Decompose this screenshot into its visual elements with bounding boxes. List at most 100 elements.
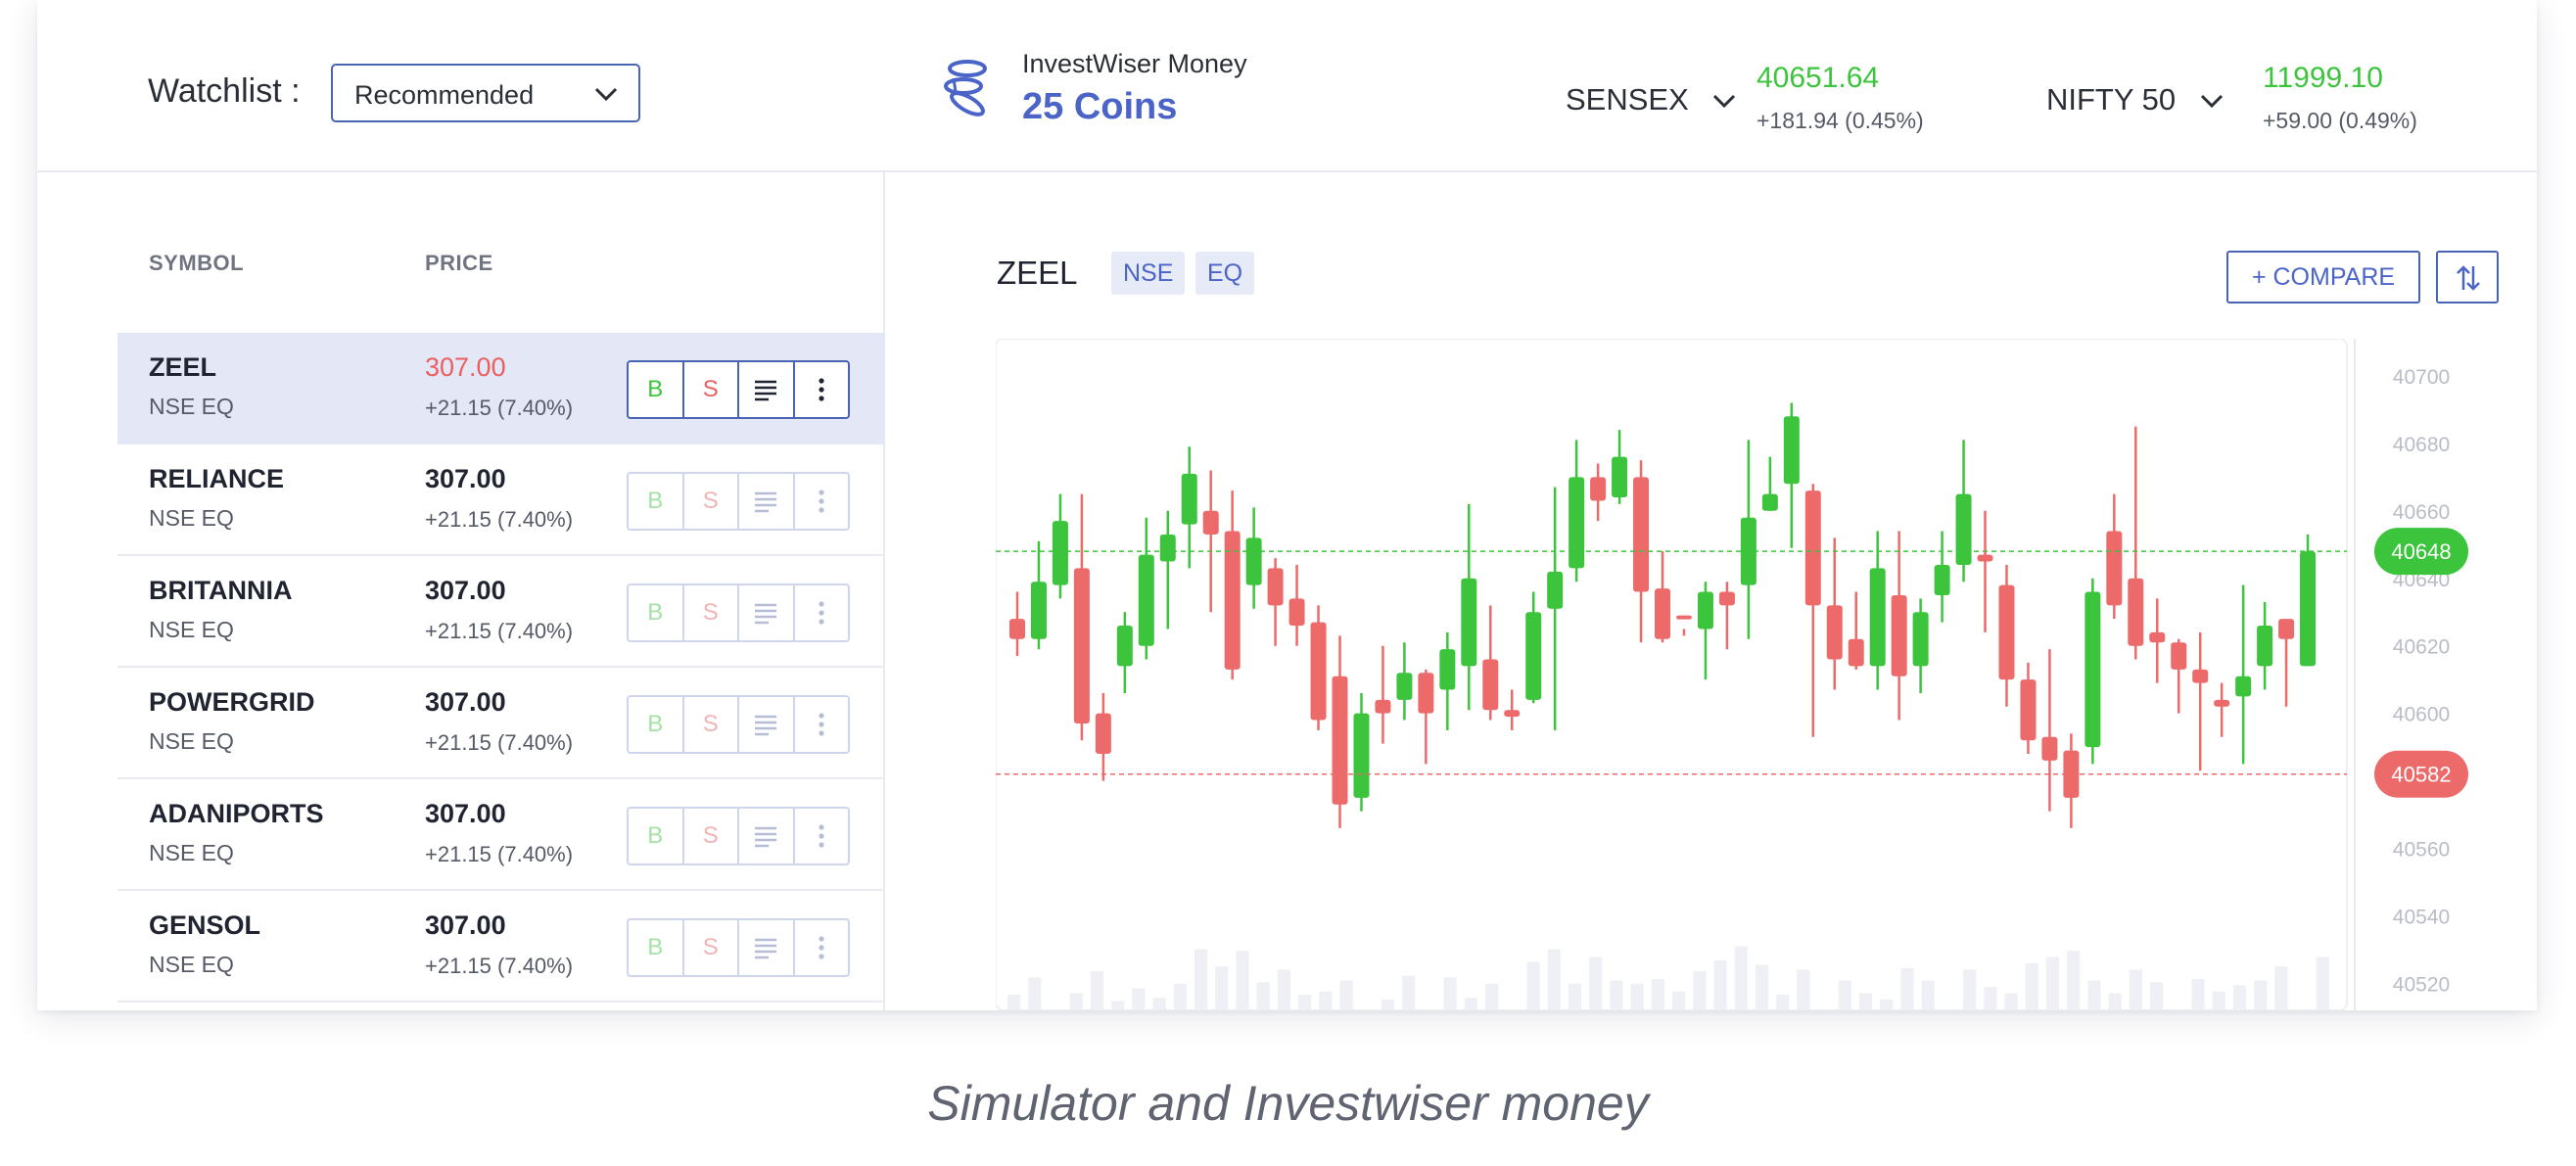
candle-body — [1052, 521, 1068, 585]
watchlist-panel: SYMBOL PRICE ZEEL NSE EQ 307.00 +21.15 (7.4… — [37, 172, 885, 1010]
volume-bar — [1090, 971, 1104, 1010]
buy-button[interactable]: B — [629, 697, 684, 752]
candle-body — [1826, 605, 1843, 660]
index-sensex-dropdown[interactable]: SENSEX — [1566, 82, 1736, 117]
volume-bar — [2150, 982, 2164, 1010]
candle-body — [1116, 626, 1133, 667]
watchlist-row[interactable]: GENSOL NSE EQ 307.00 +21.15 (7.40%) B S — [117, 891, 885, 1003]
row-exchange: NSE EQ — [149, 505, 234, 531]
row-symbol: ADANIPORTS — [149, 799, 324, 828]
chart-panel: ZEEL NSE EQ + COMPARE 40700 40680 40660 406… — [887, 172, 2537, 1010]
buy-button[interactable]: B — [629, 362, 684, 417]
order-book-button[interactable] — [739, 809, 795, 863]
row-exchange: NSE EQ — [149, 728, 234, 754]
buy-button[interactable]: B — [629, 474, 684, 529]
buy-button[interactable]: B — [629, 585, 684, 640]
volume-bar — [1963, 969, 1977, 1010]
volume-bar — [1381, 999, 1395, 1010]
candle-body — [2149, 631, 2166, 643]
order-book-button[interactable] — [739, 362, 795, 417]
candle-body — [1783, 416, 1800, 485]
sell-button[interactable]: S — [684, 362, 739, 417]
row-change: +21.15 (7.40%) — [425, 730, 574, 755]
candlestick-chart[interactable]: 4070040680406604064040620406004058040560… — [996, 339, 2537, 1010]
watchlist-row[interactable]: POWERGRID NSE EQ 307.00 +21.15 (7.40%) B S — [117, 668, 885, 779]
candle-body — [1439, 649, 1456, 690]
volume-bar — [1984, 987, 1997, 1010]
order-book-button[interactable] — [739, 585, 795, 640]
volume-bar — [2274, 966, 2288, 1010]
row-actions: BS — [627, 360, 850, 419]
index-nifty-name: NIFTY 50 — [2046, 82, 2177, 117]
swap-vertical-icon — [2457, 265, 2480, 291]
sell-button[interactable]: S — [684, 474, 739, 529]
order-book-icon — [755, 826, 777, 848]
candle-body — [1418, 673, 1434, 714]
candle-body — [1569, 477, 1585, 569]
candle-body — [1202, 510, 1219, 535]
row-change: +21.15 (7.40%) — [425, 396, 574, 420]
watchlist-row[interactable]: ADANIPORTS NSE EQ 307.00 +21.15 (7.40%) B S — [117, 779, 885, 891]
candle-body — [1525, 612, 1542, 700]
candle-body — [1655, 588, 1671, 639]
volume-bar — [1900, 967, 1914, 1010]
candle-body — [1030, 582, 1047, 639]
candle-body — [1245, 537, 1262, 585]
volume-bar — [1132, 988, 1146, 1010]
volume-bar — [1152, 998, 1166, 1010]
volume-bar — [1858, 993, 1873, 1010]
volume-bar — [1526, 961, 1540, 1010]
volume-bar — [1319, 991, 1333, 1010]
exchange-tag: NSE — [1111, 252, 1186, 295]
sell-button[interactable]: S — [684, 585, 739, 640]
order-book-button[interactable] — [739, 697, 795, 752]
more-options-button[interactable] — [795, 920, 849, 975]
order-book-icon — [755, 715, 777, 736]
index-nifty-dropdown[interactable]: NIFTY 50 — [2046, 82, 2224, 117]
volume-bar — [1069, 993, 1083, 1010]
candle-body — [1461, 578, 1477, 667]
candle-body — [1009, 619, 1025, 639]
chart-symbol: ZEEL — [997, 255, 1078, 291]
row-exchange: NSE EQ — [149, 617, 234, 642]
row-actions: BS — [627, 807, 850, 865]
watchlist-selected-value: Recommended — [354, 80, 535, 110]
buy-button[interactable]: B — [629, 809, 684, 863]
more-options-button[interactable] — [795, 362, 849, 417]
order-book-button[interactable] — [739, 474, 795, 529]
row-price: 307.00 — [425, 687, 506, 717]
volume-bar — [1194, 949, 1208, 1010]
candle-body — [1310, 622, 1327, 721]
candle-body — [2257, 626, 2273, 667]
sell-button[interactable]: S — [684, 697, 739, 752]
volume-bar — [1838, 980, 1851, 1010]
more-options-icon — [819, 936, 824, 959]
compare-button[interactable]: + COMPARE — [2226, 251, 2420, 303]
row-symbol: BRITANNIA — [149, 576, 293, 605]
candle-body — [1095, 713, 1111, 755]
candle-body — [1977, 554, 1993, 562]
order-book-button[interactable] — [739, 920, 795, 975]
watchlist-row[interactable]: BRITANNIA NSE EQ 307.00 +21.15 (7.40%) B S — [117, 556, 885, 668]
volume-bar — [1236, 951, 1249, 1010]
sell-button[interactable]: S — [684, 920, 739, 975]
order-book-icon — [755, 491, 777, 513]
candle-body — [1998, 584, 2015, 680]
watchlist-row[interactable]: RELIANCE NSE EQ 307.00 +21.15 (7.40%) B S — [117, 444, 885, 556]
row-price: 307.00 — [425, 910, 506, 940]
watchlist-row[interactable]: ZEEL NSE EQ 307.00 +21.15 (7.40%) B S — [117, 333, 885, 444]
index-nifty-change: +59.00 (0.49%) — [2263, 108, 2417, 133]
candle-body — [2128, 578, 2144, 646]
buy-button[interactable]: B — [629, 920, 684, 975]
more-options-button[interactable] — [795, 585, 849, 640]
more-options-button[interactable] — [795, 697, 849, 752]
sell-button[interactable]: S — [684, 809, 739, 863]
volume-bar — [2087, 980, 2101, 1010]
swap-button[interactable] — [2436, 251, 2499, 303]
order-book-icon — [755, 603, 777, 625]
row-exchange: NSE EQ — [149, 840, 234, 865]
watchlist-dropdown[interactable]: Recommended — [331, 64, 640, 122]
more-options-button[interactable] — [795, 809, 849, 863]
more-options-button[interactable] — [795, 474, 849, 529]
y-tick-label: 40680 — [2393, 434, 2450, 456]
